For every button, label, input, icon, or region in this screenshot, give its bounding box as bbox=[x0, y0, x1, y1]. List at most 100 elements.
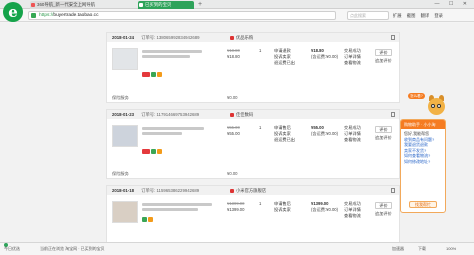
shipping-note: (含运费:¥0.00) bbox=[311, 54, 338, 59]
shipping-refund-link[interactable]: 退运费已出 bbox=[274, 60, 295, 66]
delete-order-icon[interactable] bbox=[391, 35, 395, 40]
total-column: ¥18.80 (含运费:¥0.00) bbox=[311, 48, 338, 60]
shop-icon bbox=[230, 112, 234, 117]
order-number: 138065992834942689 bbox=[156, 35, 200, 40]
order-number-label: 订单号: bbox=[141, 112, 156, 117]
address-bar[interactable]: https://buyertrade.taobao.cc bbox=[28, 11, 336, 20]
product-thumbnail[interactable] bbox=[112, 201, 138, 223]
delete-order-icon[interactable] bbox=[391, 112, 395, 117]
shop-name[interactable]: 优品乐购 bbox=[230, 33, 253, 42]
order-number: 115965386229942689 bbox=[156, 188, 200, 193]
tab-label: 已买到的宝贝 bbox=[145, 2, 172, 7]
status-zoom[interactable]: 100% bbox=[446, 243, 456, 255]
order-header: 2018-01-23 订单号: 117914669753942689 佳佳数码 bbox=[107, 110, 399, 119]
secure-lock-icon bbox=[31, 13, 36, 18]
tool-screenshot[interactable]: 截图 bbox=[407, 13, 416, 18]
view-logistics-link[interactable]: 查看物流 bbox=[344, 213, 361, 219]
helper-bubble: 购物助手 · 小小淘 您好,我能帮您 收到商品有问题? 我要退货退款 卖家不发货… bbox=[400, 119, 446, 213]
status-notice: 当前正在浏览 淘宝网 · 已买到的宝贝 bbox=[40, 246, 105, 251]
new-tab-button[interactable]: + bbox=[198, 1, 202, 9]
view-logistics-link[interactable]: 查看物流 bbox=[344, 60, 361, 66]
browser-tab-bar: 360导航_新一代安全上网导航 已买到的宝贝 + — ☐ ✕ bbox=[0, 0, 474, 9]
total-column: ¥55.00 (含运费:¥0.00) bbox=[311, 125, 338, 137]
status-bar: 今日优选 当前正在浏览 淘宝网 · 已买到的宝贝 加速器 下载 100% bbox=[0, 242, 474, 255]
view-logistics-link[interactable]: 查看物流 bbox=[344, 137, 361, 143]
product-thumbnail[interactable] bbox=[112, 125, 138, 147]
follow-up-review-link[interactable]: 追加评价 bbox=[375, 58, 392, 64]
shipping-note: (含运费:¥0.00) bbox=[311, 131, 338, 136]
window-controls[interactable]: — ☐ ✕ bbox=[435, 0, 471, 9]
tab-label: 360导航_新一代安全上网导航 bbox=[37, 2, 96, 7]
mascot-eye bbox=[437, 104, 441, 108]
unit-price-column: ¥1399.00 ¥1399.00 bbox=[227, 201, 244, 213]
product-sku-blurred bbox=[142, 132, 182, 135]
status-column: 交易成功 订单详情 查看物流 bbox=[344, 48, 361, 66]
product-title-blurred[interactable] bbox=[142, 50, 202, 53]
page-content: 2018-01-24 订单号: 138065992834942689 优品乐购 … bbox=[0, 23, 474, 242]
tag-icon bbox=[157, 72, 162, 77]
product-thumbnail[interactable] bbox=[112, 48, 138, 70]
service-tags bbox=[142, 72, 163, 79]
review-button[interactable]: 评价 bbox=[375, 126, 392, 133]
insurance-label: 保险服务 bbox=[112, 171, 129, 176]
unit-price: ¥1399.00 bbox=[227, 207, 245, 212]
order-number-label: 订单号: bbox=[141, 35, 156, 40]
insurance-price: ¥0.00 bbox=[227, 95, 238, 100]
order-card: 2018-01-23 订单号: 117914669753942689 佳佳数码 … bbox=[106, 109, 400, 179]
browser-toolbar: https://buyertrade.taobao.cc 点此搜索 扩展 截图 … bbox=[0, 9, 474, 22]
follow-up-review-link[interactable]: 追加评价 bbox=[375, 211, 392, 217]
service-tags bbox=[142, 149, 163, 156]
shipping-refund-link[interactable]: 退运费已出 bbox=[274, 137, 295, 143]
tool-translate[interactable]: 翻译 bbox=[421, 13, 430, 18]
tag-icon bbox=[142, 72, 150, 77]
status-column: 交易成功 订单详情 查看物流 bbox=[344, 201, 361, 219]
order-date: 2018-01-23 bbox=[112, 112, 134, 117]
tag-icon bbox=[142, 217, 147, 222]
order-number-label: 订单号: bbox=[141, 188, 156, 193]
quantity: 1 bbox=[259, 201, 262, 206]
tab-favicon-icon bbox=[31, 3, 35, 7]
review-button[interactable]: 评价 bbox=[375, 202, 392, 209]
order-header: 2018-01-18 订单号: 115965386229942689 小米官方旗… bbox=[107, 186, 399, 195]
helper-badge[interactable]: 怎么看? bbox=[408, 93, 425, 99]
delete-order-icon[interactable] bbox=[391, 188, 395, 193]
unit-price: ¥55.00 bbox=[227, 131, 240, 136]
complain-link[interactable]: 投诉卖家 bbox=[274, 207, 291, 213]
order-card: 2018-01-18 订单号: 115965386229942689 小米官方旗… bbox=[106, 185, 400, 242]
browser-logo-icon[interactable]: e bbox=[3, 2, 23, 22]
service-tags bbox=[142, 217, 154, 224]
review-button[interactable]: 评价 bbox=[375, 49, 392, 56]
after-sale-column: 申请售后 投诉卖家 bbox=[274, 201, 291, 213]
status-accelerator[interactable]: 加速器 bbox=[392, 243, 404, 255]
order-number: 117914669753942689 bbox=[156, 112, 200, 117]
helper-question[interactable]: 如何修改地址? bbox=[401, 159, 445, 165]
search-input[interactable]: 点此搜索 bbox=[347, 11, 389, 20]
shop-name[interactable]: 佳佳数码 bbox=[230, 110, 253, 119]
tag-icon bbox=[148, 217, 153, 222]
tab-purchased-items[interactable]: 已买到的宝贝 bbox=[138, 1, 194, 9]
shop-name[interactable]: 小米官方旗舰店 bbox=[230, 186, 266, 195]
product-title-blurred[interactable] bbox=[142, 127, 204, 130]
unit-price: ¥18.80 bbox=[227, 54, 240, 59]
quantity: 1 bbox=[259, 48, 262, 53]
order-card: 2018-01-24 订单号: 138065992834942689 优品乐购 … bbox=[106, 32, 400, 103]
tab-360-navigation[interactable]: 360导航_新一代安全上网导航 bbox=[30, 1, 95, 9]
status-downloads[interactable]: 下载 bbox=[418, 243, 426, 255]
order-date: 2018-01-24 bbox=[112, 35, 134, 40]
tag-icon bbox=[151, 72, 156, 77]
tag-icon bbox=[142, 149, 150, 154]
helper-button[interactable]: 找我帮忙 bbox=[409, 201, 437, 208]
shop-icon bbox=[230, 35, 234, 40]
follow-up-review-link[interactable]: 追加评价 bbox=[375, 135, 392, 141]
tag-icon bbox=[151, 149, 156, 154]
status-column: 交易成功 订单详情 查看物流 bbox=[344, 125, 361, 143]
product-title-blurred[interactable] bbox=[142, 203, 212, 206]
tool-login[interactable]: 登录 bbox=[434, 13, 443, 18]
after-sale-column: 申请售后 投诉卖家 退运费已出 bbox=[274, 125, 295, 143]
address-url[interactable]: https://buyertrade.taobao.cc bbox=[39, 12, 98, 19]
toolbar-tools: 扩展 截图 翻译 登录 bbox=[393, 12, 447, 19]
mascot-icon[interactable]: 怎么看? bbox=[408, 93, 446, 119]
insurance-label: 保险服务 bbox=[112, 95, 129, 100]
tool-extensions[interactable]: 扩展 bbox=[393, 13, 402, 18]
tag-icon bbox=[157, 149, 162, 154]
